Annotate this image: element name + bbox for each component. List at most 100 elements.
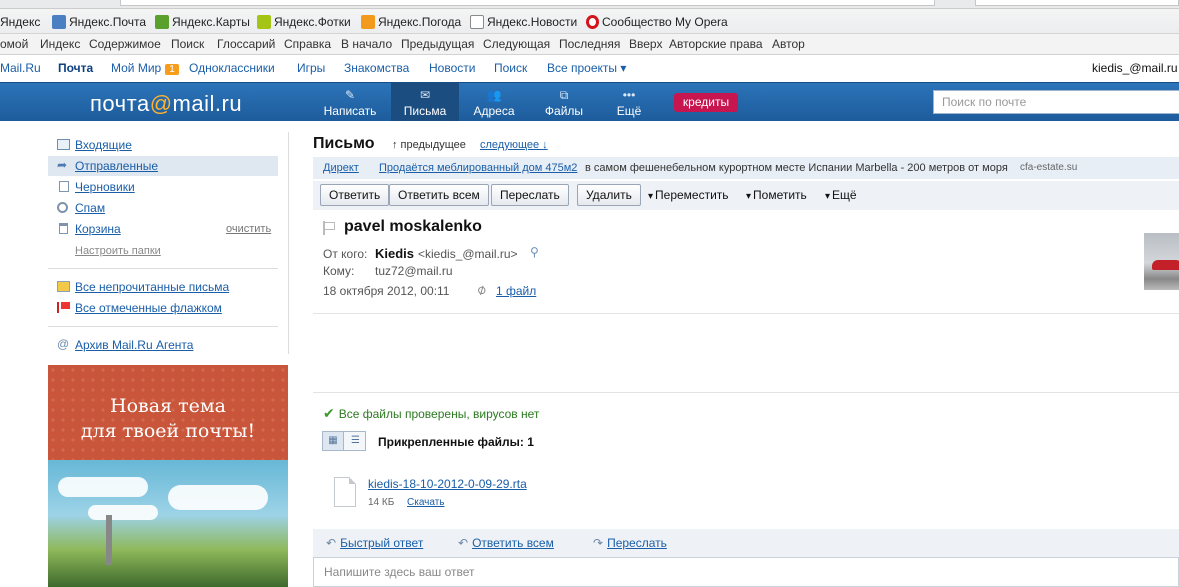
- flag-toggle-icon[interactable]: [323, 221, 335, 235]
- filter-label[interactable]: Все непрочитанные письма: [75, 280, 229, 294]
- folder-drafts[interactable]: Черновики: [48, 177, 278, 197]
- folder-sent[interactable]: ➦ Отправленные: [48, 156, 278, 176]
- portal-link-dating[interactable]: Знакомства: [344, 61, 409, 75]
- ad-link[interactable]: Продаётся меблированный дом 475м2: [379, 157, 577, 179]
- message-toolbar: Ответить Ответить всем Переслать Удалить…: [313, 181, 1179, 210]
- bookmark-yandex-maps[interactable]: Яндекс.Карты: [155, 14, 250, 30]
- portal-link-search[interactable]: Поиск: [494, 61, 527, 75]
- bookmark-yandex-news[interactable]: Яндекс.Новости: [470, 14, 577, 30]
- nav-last[interactable]: Последняя: [559, 37, 620, 51]
- file-icon[interactable]: [334, 477, 356, 507]
- delete-button[interactable]: Удалить: [577, 184, 641, 206]
- sender-photo-thumbnail[interactable]: [1144, 233, 1179, 290]
- agent-archive[interactable]: @ Архив Mail.Ru Агента: [48, 335, 278, 355]
- bookmark-yandex[interactable]: Яндекс: [0, 14, 40, 30]
- bookmark-my-opera[interactable]: Сообщество My Opera: [586, 14, 728, 30]
- more-dropdown[interactable]: Ещё: [825, 188, 857, 202]
- mail-search-input[interactable]: Поиск по почте: [933, 90, 1179, 114]
- quick-forward-link[interactable]: ↷ Переслать: [593, 536, 667, 550]
- more-button[interactable]: ••• Ещё: [595, 83, 663, 121]
- reply-all-button[interactable]: Ответить всем: [389, 184, 489, 206]
- sender-name[interactable]: Kiedis: [375, 246, 414, 261]
- sent-icon: ➦: [57, 158, 68, 172]
- grid-view-icon[interactable]: ▦: [323, 432, 344, 450]
- nav-index[interactable]: Индекс: [40, 37, 80, 51]
- clean-trash-link[interactable]: очистить: [226, 223, 271, 235]
- letters-button[interactable]: ✉ Письма: [391, 83, 459, 121]
- message-subject: pavel moskalenko: [344, 218, 482, 235]
- nav-up[interactable]: Вверх: [629, 37, 662, 51]
- setup-folders-link[interactable]: Настроить папки: [75, 245, 161, 257]
- flag-icon: [57, 302, 70, 313]
- portal-link-news[interactable]: Новости: [429, 61, 475, 75]
- nav-start[interactable]: В начало: [341, 37, 392, 51]
- nav-previous[interactable]: Предыдущая: [401, 37, 474, 51]
- files-button[interactable]: ⧉ Файлы: [530, 83, 598, 121]
- quick-reply-link[interactable]: ↶ Быстрый ответ: [326, 536, 423, 550]
- credits-button[interactable]: кредиты: [674, 93, 738, 112]
- portal-link-mymir[interactable]: Мой Мир 1: [111, 61, 179, 75]
- quick-reply-input[interactable]: Напишите здесь ваш ответ: [313, 557, 1179, 587]
- opera-icon: [586, 15, 599, 29]
- nav-glossary[interactable]: Глоссарий: [217, 37, 275, 51]
- cloud-shape: [88, 505, 158, 520]
- compose-button[interactable]: ✎ Написать: [316, 83, 384, 121]
- forward-button[interactable]: Переслать: [491, 184, 569, 206]
- filter-flagged[interactable]: Все отмеченные флажком: [48, 298, 278, 318]
- attachment-name-link[interactable]: kiedis-18-10-2012-0-09-29.rta: [368, 477, 527, 491]
- previous-message-link[interactable]: ↑ предыдущее: [392, 139, 466, 151]
- message-date: 18 октября 2012, 00:11: [323, 284, 450, 298]
- map-icon: [155, 15, 169, 29]
- ad-label[interactable]: Директ: [323, 157, 359, 179]
- contacts-button[interactable]: 👥 Адреса: [460, 83, 528, 121]
- filter-unread[interactable]: Все непрочитанные письма: [48, 277, 278, 297]
- agent-archive-label[interactable]: Архив Mail.Ru Агента: [75, 338, 193, 352]
- browser-navigation-bar: омой Индекс Содержимое Поиск Глоссарий С…: [0, 34, 1179, 55]
- address-field[interactable]: [120, 0, 935, 6]
- folder-label[interactable]: Корзина: [75, 222, 121, 236]
- button-label: Файлы: [544, 104, 584, 118]
- filter-label[interactable]: Все отмеченные флажком: [75, 301, 222, 315]
- search-sender-icon[interactable]: ⚲: [530, 245, 544, 259]
- next-message-link[interactable]: следующее ↓: [480, 139, 548, 151]
- button-label: Написать: [323, 104, 377, 118]
- nav-home[interactable]: омой: [0, 37, 28, 51]
- mark-dropdown[interactable]: Пометить: [746, 188, 807, 202]
- attachments-link[interactable]: 1 файл: [496, 284, 536, 298]
- nav-author[interactable]: Автор: [772, 37, 805, 51]
- folder-label[interactable]: Черновики: [75, 180, 135, 194]
- folder-inbox[interactable]: Входящие: [48, 135, 278, 155]
- theme-promo-banner[interactable]: Новая тема для твоей почты!: [48, 365, 288, 587]
- nav-help[interactable]: Справка: [284, 37, 331, 51]
- portal-link-mail[interactable]: Почта: [58, 61, 93, 75]
- nav-copyright[interactable]: Авторские права: [669, 37, 763, 51]
- mailru-logo[interactable]: почта@mail.ru: [90, 91, 242, 117]
- nav-contents[interactable]: Содержимое: [89, 37, 161, 51]
- drafts-icon: [59, 181, 69, 192]
- folder-label[interactable]: Спам: [75, 201, 105, 215]
- nav-search[interactable]: Поиск: [171, 37, 204, 51]
- bookmark-yandex-photos[interactable]: Яндекс.Фотки: [257, 14, 351, 30]
- browser-search-field[interactable]: [975, 0, 1179, 6]
- bookmark-yandex-weather[interactable]: Яндекс.Погода: [361, 14, 461, 30]
- nav-next[interactable]: Следующая: [483, 37, 550, 51]
- portal-link-odnoklassniki[interactable]: Одноклассники: [189, 61, 275, 75]
- portal-link-all-projects[interactable]: Все проекты ▾: [547, 61, 626, 75]
- folder-label[interactable]: Входящие: [75, 138, 132, 152]
- at-sign-icon: @: [57, 337, 70, 351]
- move-dropdown[interactable]: Переместить: [648, 188, 729, 202]
- list-view-icon[interactable]: ☰: [345, 432, 366, 450]
- reply-button[interactable]: Ответить: [320, 184, 390, 206]
- download-link[interactable]: Скачать: [407, 497, 445, 508]
- quick-reply-all-link[interactable]: ↶ Ответить всем: [458, 536, 554, 550]
- attachment-view-toggle[interactable]: ▦ ☰: [322, 431, 366, 451]
- portal-link-mailru[interactable]: Mail.Ru: [0, 61, 41, 75]
- button-label: Ещё: [616, 104, 642, 118]
- folder-spam[interactable]: Спам: [48, 198, 278, 218]
- bookmark-yandex-mail[interactable]: Яндекс.Почта: [52, 14, 146, 30]
- message-divider: [313, 392, 1179, 393]
- portal-link-games[interactable]: Игры: [297, 61, 325, 75]
- folder-label[interactable]: Отправленные: [75, 159, 158, 173]
- current-user[interactable]: kiedis_@mail.ru: [1092, 61, 1178, 75]
- page-title: Письмо: [313, 135, 375, 152]
